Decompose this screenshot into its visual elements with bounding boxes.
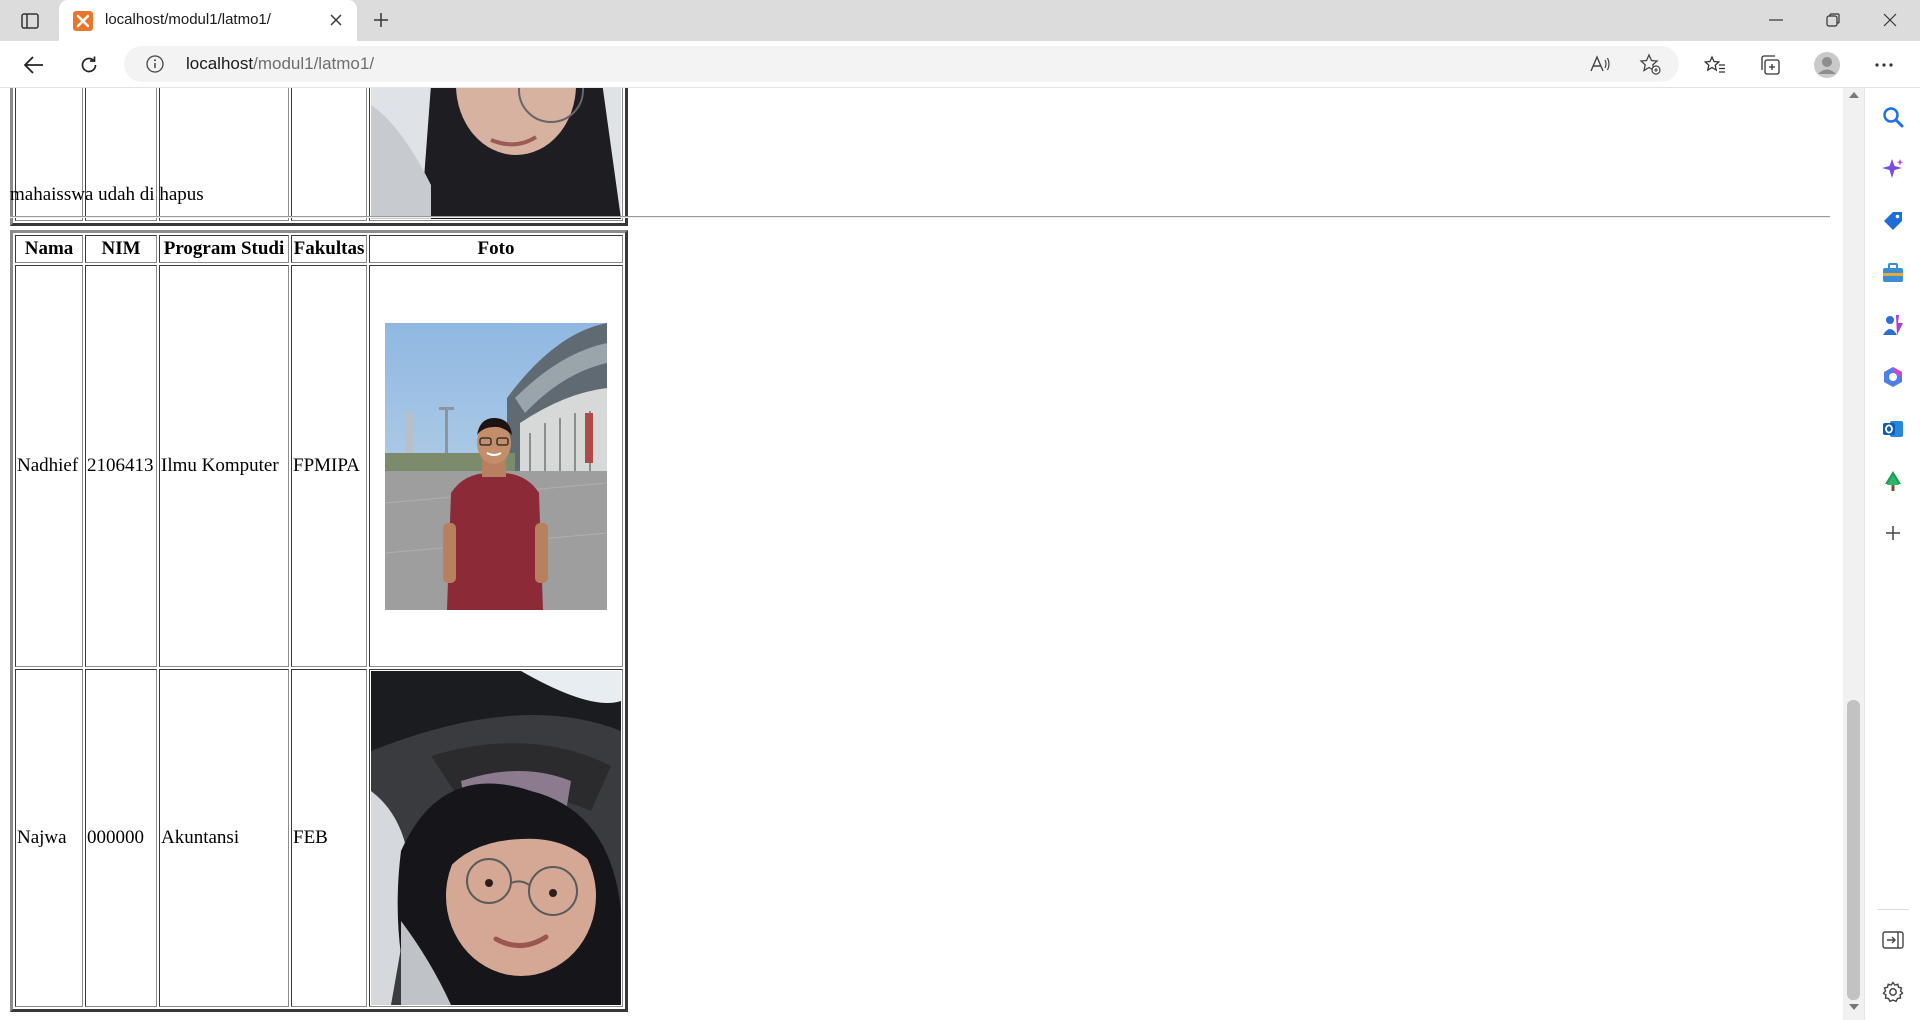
cell-prodi: Akuntansi — [159, 669, 289, 1007]
games-icon[interactable] — [1879, 311, 1907, 339]
outlook-icon[interactable] — [1879, 415, 1907, 443]
header-nim: NIM — [85, 235, 157, 263]
horizontal-rule — [10, 216, 1830, 218]
favorites-icon[interactable] — [1699, 49, 1731, 81]
copilot-icon[interactable] — [1879, 155, 1907, 183]
students-table: Nama NIM Program Studi Fakultas Foto Nad… — [10, 230, 628, 1012]
search-icon[interactable] — [1879, 103, 1907, 131]
url-text[interactable]: localhost/modul1/latmo1/ — [186, 54, 374, 74]
profile-avatar-icon[interactable] — [1811, 49, 1843, 81]
collections-icon[interactable] — [1754, 49, 1786, 81]
cell-nama: Nadhief — [15, 265, 83, 667]
address-bar[interactable]: localhost/modul1/latmo1/ — [124, 46, 1679, 82]
cell-nim: 2106413 — [85, 265, 157, 667]
minimize-icon[interactable] — [1756, 5, 1796, 35]
header-foto: Foto — [369, 235, 623, 263]
header-program-studi: Program Studi — [159, 235, 289, 263]
header-fakultas: Fakultas — [291, 235, 367, 263]
tools-briefcase-icon[interactable] — [1879, 259, 1907, 287]
microsoft365-icon[interactable] — [1879, 363, 1907, 391]
site-info-icon[interactable] — [146, 55, 164, 73]
vertical-scrollbar[interactable] — [1843, 88, 1864, 1020]
hide-sidebar-icon[interactable] — [1879, 926, 1907, 954]
tab-actions-icon[interactable] — [14, 8, 46, 34]
back-icon[interactable] — [18, 49, 50, 81]
restore-icon[interactable] — [1813, 5, 1853, 35]
settings-icon[interactable] — [1879, 978, 1907, 1006]
cell-foto — [369, 669, 623, 1007]
sidebar-divider — [1877, 909, 1909, 910]
table-row: Najwa 000000 Akuntansi FEB — [15, 669, 623, 1007]
cell-nim: 000000 — [85, 669, 157, 1007]
tab-close-icon[interactable] — [325, 9, 347, 31]
header-nama: Nama — [15, 235, 83, 263]
shopping-tag-icon[interactable] — [1879, 207, 1907, 235]
new-tab-icon[interactable] — [368, 7, 394, 33]
cell-prodi: Ilmu Komputer — [159, 265, 289, 667]
photo-najwa-cropped — [371, 88, 621, 219]
edge-sidebar — [1864, 88, 1920, 1020]
cell-fakultas: FPMIPA — [291, 265, 367, 667]
scroll-down-arrow-icon[interactable] — [1849, 1004, 1859, 1010]
cell-foto — [369, 265, 623, 667]
xampp-favicon-icon — [73, 11, 93, 31]
active-tab[interactable]: localhost/modul1/latmo1/ — [59, 0, 357, 41]
browser-toolbar: localhost/modul1/latmo1/ — [0, 41, 1920, 88]
scroll-thumb[interactable] — [1847, 700, 1860, 1000]
read-aloud-icon[interactable] — [1584, 48, 1616, 80]
photo-najwa — [371, 671, 621, 1005]
page-viewport[interactable]: mahaisswa udah di hapus Nama NIM Program… — [0, 88, 1843, 1020]
add-favorite-icon[interactable] — [1634, 48, 1666, 80]
url-path: /modul1/latmo1/ — [253, 54, 375, 73]
delete-notice: mahaisswa udah di hapus — [10, 184, 204, 205]
table-header-row: Nama NIM Program Studi Fakultas Foto — [15, 235, 623, 263]
scroll-up-arrow-icon[interactable] — [1849, 92, 1859, 98]
tab-strip: localhost/modul1/latmo1/ — [0, 0, 1920, 41]
more-options-icon[interactable] — [1868, 49, 1900, 81]
add-icon[interactable] — [1879, 519, 1907, 547]
tab-title: localhost/modul1/latmo1/ — [105, 11, 271, 28]
table-row: Nadhief 2106413 Ilmu Komputer FPMIPA — [15, 265, 623, 667]
cell-nama: Najwa — [15, 669, 83, 1007]
close-window-icon[interactable] — [1870, 5, 1910, 35]
cell-fakultas: FEB — [291, 669, 367, 1007]
photo-nadhief — [385, 322, 607, 610]
tree-icon[interactable] — [1879, 467, 1907, 495]
refresh-icon[interactable] — [73, 49, 105, 81]
url-host: localhost — [186, 54, 254, 73]
